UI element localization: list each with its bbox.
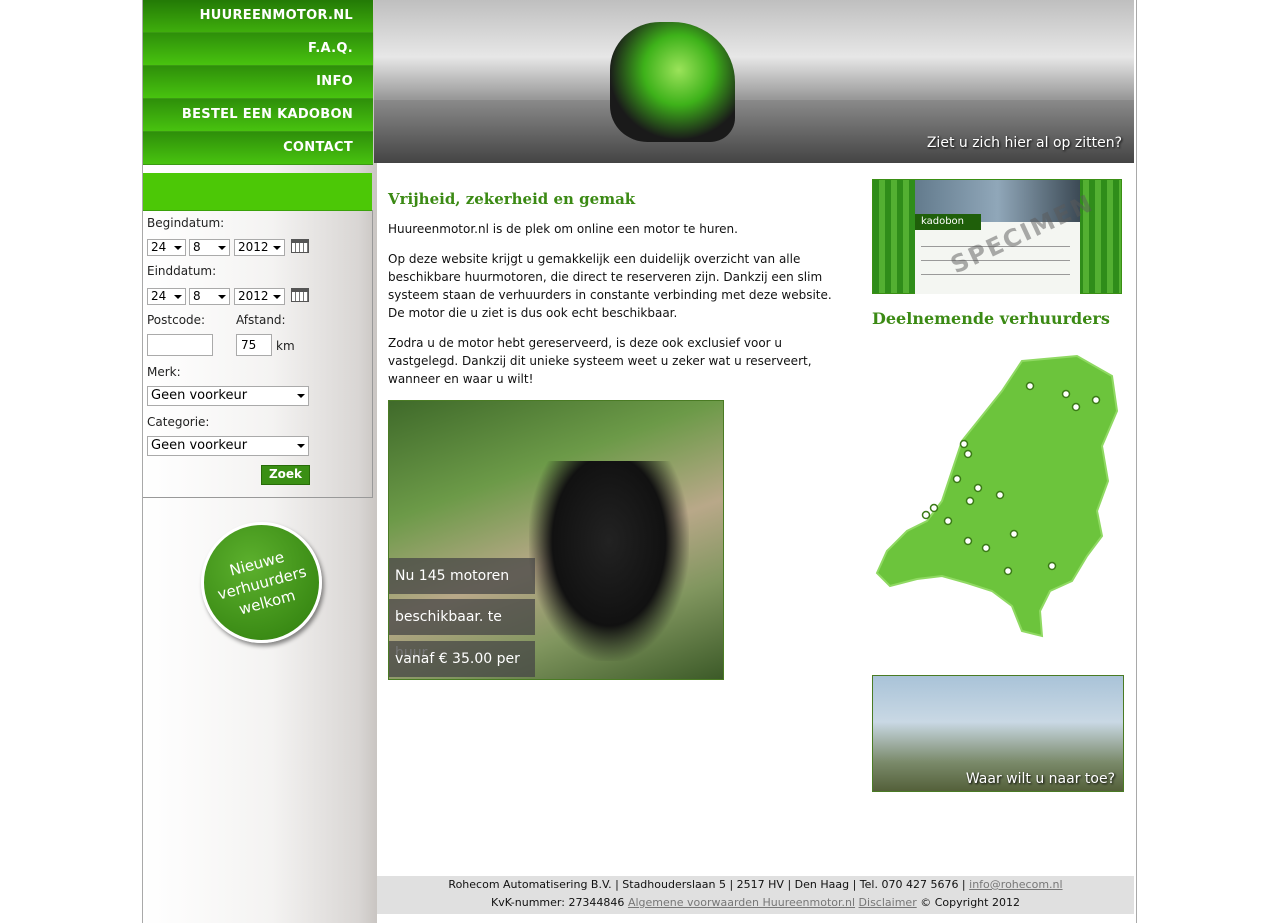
chevron-down-icon	[273, 246, 281, 250]
chevron-down-icon	[174, 295, 182, 299]
chevron-down-icon	[297, 444, 305, 448]
postcode-input[interactable]	[147, 334, 213, 356]
end-day-value: 24	[151, 289, 167, 303]
company-info: Rohecom Automatisering B.V. | Stadhouder…	[448, 878, 966, 891]
afstand-label: Afstand:	[236, 313, 286, 327]
end-day-select[interactable]: 24	[147, 288, 186, 305]
chevron-down-icon	[218, 295, 226, 299]
afstand-unit: km	[276, 339, 295, 353]
footer-line-1: Rohecom Automatisering B.V. | Stadhouder…	[377, 876, 1134, 894]
footer-line-2: KvK-nummer: 27344846 Algemene voorwaarde…	[377, 894, 1134, 912]
nav-item-kadobon[interactable]: BESTEL EEN KADOBON	[143, 99, 373, 132]
postcode-label: Postcode:	[147, 313, 206, 327]
merk-select[interactable]: Geen voorkeur	[147, 386, 309, 406]
chevron-down-icon	[174, 246, 182, 250]
page: HUUREENMOTOR.NL F.A.Q. INFO BESTEL EEN K…	[142, 0, 1137, 923]
end-year-select[interactable]: 2012	[234, 288, 285, 305]
search-panel-header	[143, 173, 372, 211]
email-link[interactable]: info@rohecom.nl	[969, 878, 1062, 891]
netherlands-map[interactable]	[872, 351, 1124, 641]
zoek-button[interactable]: Zoek	[261, 465, 310, 485]
kadobon-line	[921, 274, 1070, 275]
left-column: HUUREENMOTOR.NL F.A.Q. INFO BESTEL EEN K…	[143, 0, 377, 923]
nav-item-contact[interactable]: CONTACT	[143, 132, 373, 165]
kvk-number: KvK-nummer: 27344846	[491, 896, 625, 909]
end-month-select[interactable]: 8	[189, 288, 230, 305]
badge-text: Nieuwe verhuurders welkom	[205, 541, 317, 625]
chevron-down-icon	[218, 246, 226, 250]
kadobon-label: kadobon	[915, 214, 981, 230]
kadobon-card: kadobon SPECIMEN	[915, 180, 1098, 294]
merk-label: Merk:	[147, 365, 181, 379]
calendar-icon[interactable]	[291, 239, 309, 253]
overview-paragraph: Op deze website krijgt u gemakkelijk een…	[388, 252, 832, 320]
categorie-value: Geen voorkeur	[151, 438, 248, 453]
begin-month-select[interactable]: 8	[189, 239, 230, 256]
windmill-banner[interactable]: Waar wilt u naar toe?	[872, 675, 1124, 792]
kadobon-banner[interactable]: kadobon SPECIMEN	[872, 179, 1122, 294]
begin-year-select[interactable]: 2012	[234, 239, 285, 256]
new-renters-badge[interactable]: Nieuwe verhuurders welkom	[201, 522, 322, 643]
motorcycle-image	[610, 22, 735, 142]
einddatum-label: Einddatum:	[147, 264, 217, 278]
race-track	[374, 100, 1134, 163]
nav-item-info[interactable]: INFO	[143, 66, 373, 99]
promo-line-2: beschikbaar. te huur	[389, 599, 535, 661]
categorie-select[interactable]: Geen voorkeur	[147, 436, 309, 456]
rider-image	[529, 461, 689, 661]
destination-caption: Waar wilt u naar toe?	[965, 771, 1115, 787]
calendar-icon[interactable]	[291, 288, 309, 302]
begindatum-label: Begindatum:	[147, 216, 225, 230]
promo-line-1: Nu 145 motoren	[389, 558, 535, 594]
main-nav: HUUREENMOTOR.NL F.A.Q. INFO BESTEL EEN K…	[143, 0, 373, 165]
nav-item-home[interactable]: HUUREENMOTOR.NL	[143, 0, 373, 33]
chevron-down-icon	[297, 394, 305, 398]
begin-month-value: 8	[193, 240, 201, 254]
terms-link[interactable]: Algemene voorwaarden Huureenmotor.nl	[628, 896, 855, 909]
end-month-value: 8	[193, 289, 201, 303]
begin-day-value: 24	[151, 240, 167, 254]
footer: Rohecom Automatisering B.V. | Stadhouder…	[377, 876, 1134, 914]
promo-line-3: vanaf € 35.00 per dag	[389, 641, 535, 677]
begin-day-select[interactable]: 24	[147, 239, 186, 256]
end-year-value: 2012	[238, 289, 269, 303]
page-title: Vrijheid, zekerheid en gemak	[388, 190, 636, 208]
disclaimer-link[interactable]: Disclaimer	[859, 896, 917, 909]
main-content: Vrijheid, zekerheid en gemak Huureenmoto…	[388, 190, 838, 388]
hero-caption: Ziet u zich hier al op zitten?	[926, 135, 1122, 151]
nav-item-faq[interactable]: F.A.Q.	[143, 33, 373, 66]
hero-banner: Ziet u zich hier al op zitten?	[374, 0, 1134, 163]
search-form: Begindatum: 24 8 2012 Einddatum: 24 8 20…	[143, 210, 373, 498]
chevron-down-icon	[273, 295, 281, 299]
reservation-paragraph: Zodra u de motor hebt gereserveerd, is d…	[388, 336, 812, 386]
merk-value: Geen voorkeur	[151, 388, 248, 403]
intro-paragraph: Huureenmotor.nl is de plek om online een…	[388, 222, 738, 236]
afstand-input[interactable]: 75	[236, 334, 272, 356]
categorie-label: Categorie:	[147, 415, 210, 429]
verhuurders-heading: Deelnemende verhuurders	[872, 309, 1110, 328]
copyright: © Copyright 2012	[920, 896, 1020, 909]
begin-year-value: 2012	[238, 240, 269, 254]
promo-photo[interactable]: Nu 145 motoren beschikbaar. te huur vana…	[388, 400, 724, 680]
